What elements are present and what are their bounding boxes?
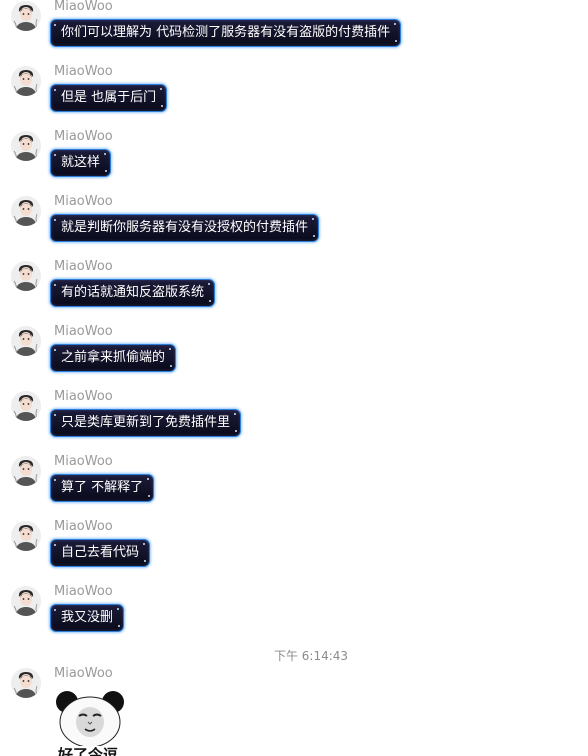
avatar[interactable] [11,1,41,31]
sender-name: MiaoWoo [54,64,113,79]
bubble-sparkle [161,105,164,107]
bubble-sparkle [148,495,151,497]
avatar[interactable] [11,261,41,291]
bubble-sparkle [235,430,238,432]
bubble-sparkle [54,609,56,611]
message-timestamp: 下午 6:14:43 [273,649,349,663]
avatar[interactable] [11,456,41,486]
bubble-sparkle [54,24,56,26]
user-avatar-icon [11,261,41,291]
sender-name: MiaoWoo [54,519,113,534]
message-bubble[interactable]: 算了 不解释了 [50,474,155,502]
sender-name: MiaoWoo [54,259,113,274]
sender-name: MiaoWoo [54,324,113,339]
message-item: MiaoWoo 但是 也属于后门 [0,64,588,126]
message-item: MiaoWoo 只是类库更新到了免费插件里 [0,389,588,451]
avatar[interactable] [11,196,41,226]
chat-history: MiaoWoo 你们可以理解为 代码检测了服务器有没有盗版的付费插件 MiaoWoo… [0,0,588,756]
user-avatar-icon [11,391,41,421]
avatar[interactable] [11,66,41,96]
message-text: 算了 不解释了 [61,480,144,495]
message-text: 之前拿来抓偷端的 [61,350,166,365]
avatar[interactable] [11,131,41,161]
message-bubble[interactable]: 有的话就通知反盗版系统 [50,279,216,307]
message-item: MiaoWoo 好了今逗 [0,666,588,756]
user-avatar-icon [11,326,41,356]
bubble-sparkle [313,235,316,237]
message-bubble[interactable]: 只是类库更新到了免费插件里 [50,409,242,437]
message-bubble[interactable]: 就这样 [50,149,112,177]
message-item: MiaoWoo 你们可以理解为 代码检测了服务器有没有盗版的付费插件 [0,0,588,61]
bubble-sparkle [312,218,315,220]
avatar[interactable] [11,586,41,616]
bubble-sparkle [105,170,108,172]
avatar[interactable] [11,326,41,356]
user-avatar-icon [11,668,41,698]
message-text: 只是类库更新到了免费插件里 [61,415,231,430]
sender-name: MiaoWoo [54,584,113,599]
message-text: 但是 也属于后门 [61,90,157,105]
bubble-sparkle [234,413,237,415]
user-avatar-icon [11,196,41,226]
bubble-sparkle [160,88,163,90]
message-text: 自己去看代码 [61,545,140,560]
message-bubble[interactable]: 但是 也属于后门 [50,84,168,112]
bubble-sparkle [143,543,146,545]
sender-name: MiaoWoo [54,0,113,14]
message-item: MiaoWoo 就这样 [0,129,588,191]
sender-name: MiaoWoo [54,389,113,404]
bubble-sparkle [144,560,147,562]
message-item: MiaoWoo 有的话就通知反盗版系统 [0,259,588,321]
message-bubble[interactable]: 我又没删 [50,604,125,632]
sender-name: MiaoWoo [54,129,113,144]
avatar[interactable] [11,521,41,551]
bubble-sparkle [170,365,173,367]
bubble-sparkle [54,479,56,481]
bubble-sparkle [54,89,56,91]
user-avatar-icon [11,586,41,616]
message-text: 你们可以理解为 代码检测了服务器有没有盗版的付费插件 [61,25,391,40]
message-text: 就这样 [61,155,101,170]
message-item: MiaoWoo 算了 不解释了 [0,454,588,516]
message-item: MiaoWoo 自己去看代码 [0,519,588,581]
message-text: 有的话就通知反盗版系统 [61,285,205,300]
message-bubble[interactable]: 之前拿来抓偷端的 [50,344,177,372]
message-item: MiaoWoo 我又没删 [0,584,588,646]
sticker-image[interactable] [52,686,128,748]
sender-name: MiaoWoo [54,454,113,469]
message-text: 我又没删 [61,610,114,625]
sticker-caption: 好了今逗 [58,746,119,756]
message-bubble[interactable]: 自己去看代码 [50,539,151,567]
sender-name: MiaoWoo [54,666,113,681]
message-item: MiaoWoo 之前拿来抓偷端的 [0,324,588,386]
user-avatar-icon [11,456,41,486]
message-text: 就是判断你服务器有没有没授权的付费插件 [61,220,309,235]
user-avatar-icon [11,521,41,551]
bubble-sparkle [54,349,56,351]
user-avatar-icon [11,131,41,161]
bubble-sparkle [118,625,121,627]
bubble-sparkle [395,40,398,42]
bubble-sparkle [209,300,212,302]
message-bubble[interactable]: 你们可以理解为 代码检测了服务器有没有盗版的付费插件 [50,19,402,47]
panda-face-sticker [56,691,124,748]
bubble-sparkle [54,154,56,156]
user-avatar-icon [11,66,41,96]
bubble-sparkle [208,283,211,285]
avatar[interactable] [11,391,41,421]
bubble-sparkle [394,23,397,25]
user-avatar-icon [11,1,41,31]
bubble-sparkle [104,153,107,155]
bubble-sparkle [147,478,150,480]
bubble-sparkle [117,608,120,610]
message-bubble[interactable]: 就是判断你服务器有没有没授权的付费插件 [50,214,320,242]
bubble-sparkle [54,284,56,286]
avatar[interactable] [11,668,41,698]
sender-name: MiaoWoo [54,194,113,209]
bubble-sparkle [169,348,172,350]
message-item: MiaoWoo 就是判断你服务器有没有没授权的付费插件 [0,194,588,256]
bubble-sparkle [54,414,56,416]
bubble-sparkle [54,544,56,546]
bubble-sparkle [54,219,56,221]
